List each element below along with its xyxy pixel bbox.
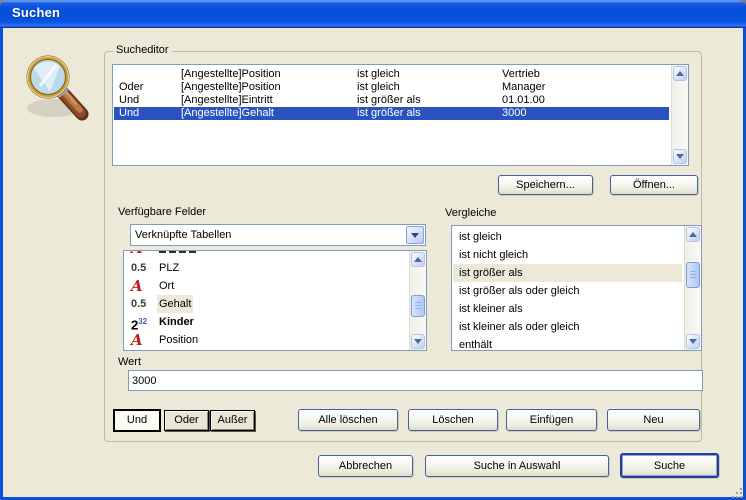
row-conjunction: Oder: [119, 81, 143, 94]
condition-row-1[interactable]: [Angestellte]Position ist gleich Vertrie…: [114, 68, 669, 81]
search-in-selection-button[interactable]: Suche in Auswahl: [425, 455, 609, 477]
delete-button[interactable]: Löschen: [408, 409, 498, 431]
alpha-type-icon: A: [131, 331, 155, 349]
conjunction-oder-button[interactable]: Oder: [164, 410, 209, 431]
suchen-dialog: Suchen Sucheditor [Angestellt: [0, 0, 746, 500]
row-conjunction: Und: [119, 107, 139, 120]
arrow-down-icon: [676, 154, 684, 159]
comparison-item[interactable]: enthält: [453, 336, 682, 351]
open-button[interactable]: Öffnen...: [610, 175, 698, 195]
groupbox-label: Sucheditor: [113, 44, 172, 56]
longint-exponent: 32: [138, 317, 147, 326]
condition-row-3[interactable]: Und [Angestellte]Eintritt ist größer als…: [114, 94, 669, 107]
condition-row-2[interactable]: Oder [Angestellte]Position ist gleich Ma…: [114, 81, 669, 94]
clipped-text: [159, 250, 197, 253]
value-input[interactable]: [128, 370, 703, 391]
row-value: Manager: [502, 81, 545, 94]
clear-all-button[interactable]: Alle löschen: [298, 409, 398, 431]
scroll-down-button[interactable]: [411, 334, 425, 349]
combobox-dropdown-button[interactable]: [406, 226, 424, 244]
row-field: [Angestellte]Eintritt: [181, 94, 273, 107]
comparisons-label: Vergleiche: [445, 207, 496, 219]
field-label: Kinder: [157, 313, 196, 331]
fields-list[interactable]: A 0.5 PLZ A Ort 0.5 Gehalt 232 Kinder A …: [123, 250, 427, 351]
field-label-highlighted: Gehalt: [157, 295, 193, 313]
field-label: Ort: [157, 277, 176, 295]
scroll-up-button[interactable]: [686, 227, 700, 242]
comparisons-scrollbar[interactable]: [684, 226, 701, 350]
fields-list-scrollbar[interactable]: [409, 251, 426, 350]
field-label: [157, 250, 199, 259]
row-comparator: ist größer als: [357, 94, 421, 107]
insert-button[interactable]: Einfügen: [506, 409, 597, 431]
new-button[interactable]: Neu: [607, 409, 700, 431]
dialog-body: Sucheditor [Angestellte]Position ist gle…: [3, 28, 743, 497]
comparison-item[interactable]: ist gleich: [453, 228, 682, 246]
resize-grip[interactable]: [732, 488, 734, 490]
search-condition-list[interactable]: [Angestellte]Position ist gleich Vertrie…: [112, 64, 689, 166]
condition-row-4-selected[interactable]: Und [Angestellte]Gehalt ist größer als 3…: [114, 107, 669, 120]
condition-list-scrollbar[interactable]: [671, 65, 688, 165]
titlebar[interactable]: Suchen: [0, 0, 746, 28]
arrow-up-icon: [689, 232, 697, 237]
field-item-kinder[interactable]: 232 Kinder: [125, 313, 407, 331]
field-label: Position: [157, 331, 200, 349]
fields-table-combobox[interactable]: Verknüpfte Tabellen: [130, 224, 426, 246]
field-item-partial[interactable]: A: [125, 250, 407, 257]
scroll-thumb[interactable]: [411, 295, 425, 317]
row-comparator: ist größer als: [357, 107, 421, 120]
comparison-item[interactable]: ist kleiner als oder gleich: [453, 318, 682, 336]
scroll-thumb[interactable]: [686, 262, 700, 288]
scroll-up-button[interactable]: [411, 252, 425, 267]
comparison-item[interactable]: ist nicht gleich: [453, 246, 682, 264]
arrow-down-icon: [414, 339, 422, 344]
row-comparator: ist gleich: [357, 81, 400, 94]
cancel-button[interactable]: Abbrechen: [318, 455, 413, 477]
scroll-down-button[interactable]: [673, 149, 687, 164]
comparisons-list[interactable]: ist gleich ist nicht gleich ist größer a…: [451, 225, 702, 351]
comparison-item[interactable]: ist kleiner als: [453, 300, 682, 318]
arrow-up-icon: [676, 71, 684, 76]
combobox-value: Verknüpfte Tabellen: [135, 229, 231, 241]
scroll-down-button[interactable]: [686, 334, 700, 349]
search-button[interactable]: Suche: [620, 453, 719, 478]
field-item-ort[interactable]: A Ort: [125, 277, 407, 295]
row-value: 3000: [502, 107, 526, 120]
field-item-plz[interactable]: 0.5 PLZ: [125, 259, 407, 277]
conjunction-ausser-button[interactable]: Außer: [210, 410, 255, 431]
field-item-position[interactable]: A Position: [125, 331, 407, 349]
row-field: [Angestellte]Gehalt: [181, 107, 274, 120]
arrow-down-icon: [689, 339, 697, 344]
row-value: Vertrieb: [502, 68, 540, 81]
value-label: Wert: [118, 356, 141, 368]
magnifier-icon: [18, 50, 98, 130]
row-comparator: ist gleich: [357, 68, 400, 81]
alpha-type-icon: A: [131, 277, 155, 295]
conjunction-und-button[interactable]: Und: [113, 409, 161, 432]
save-button[interactable]: Speichern...: [498, 175, 593, 195]
comparison-item[interactable]: ist größer als oder gleich: [453, 282, 682, 300]
comparison-item-highlighted[interactable]: ist größer als: [453, 264, 682, 282]
scroll-up-button[interactable]: [673, 66, 687, 81]
row-value: 01.01.00: [502, 94, 545, 107]
field-label: PLZ: [157, 259, 181, 277]
row-conjunction: Und: [119, 94, 139, 107]
chevron-down-icon: [411, 233, 419, 238]
real-type-icon: 0.5: [131, 259, 155, 277]
field-item-gehalt[interactable]: 0.5 Gehalt: [125, 295, 407, 313]
alpha-type-icon: A: [131, 250, 155, 257]
available-fields-label: Verfügbare Felder: [118, 206, 206, 218]
arrow-up-icon: [414, 257, 422, 262]
row-field: [Angestellte]Position: [181, 81, 281, 94]
row-field: [Angestellte]Position: [181, 68, 281, 81]
real-type-icon: 0.5: [131, 295, 155, 313]
window-title: Suchen: [12, 5, 60, 20]
